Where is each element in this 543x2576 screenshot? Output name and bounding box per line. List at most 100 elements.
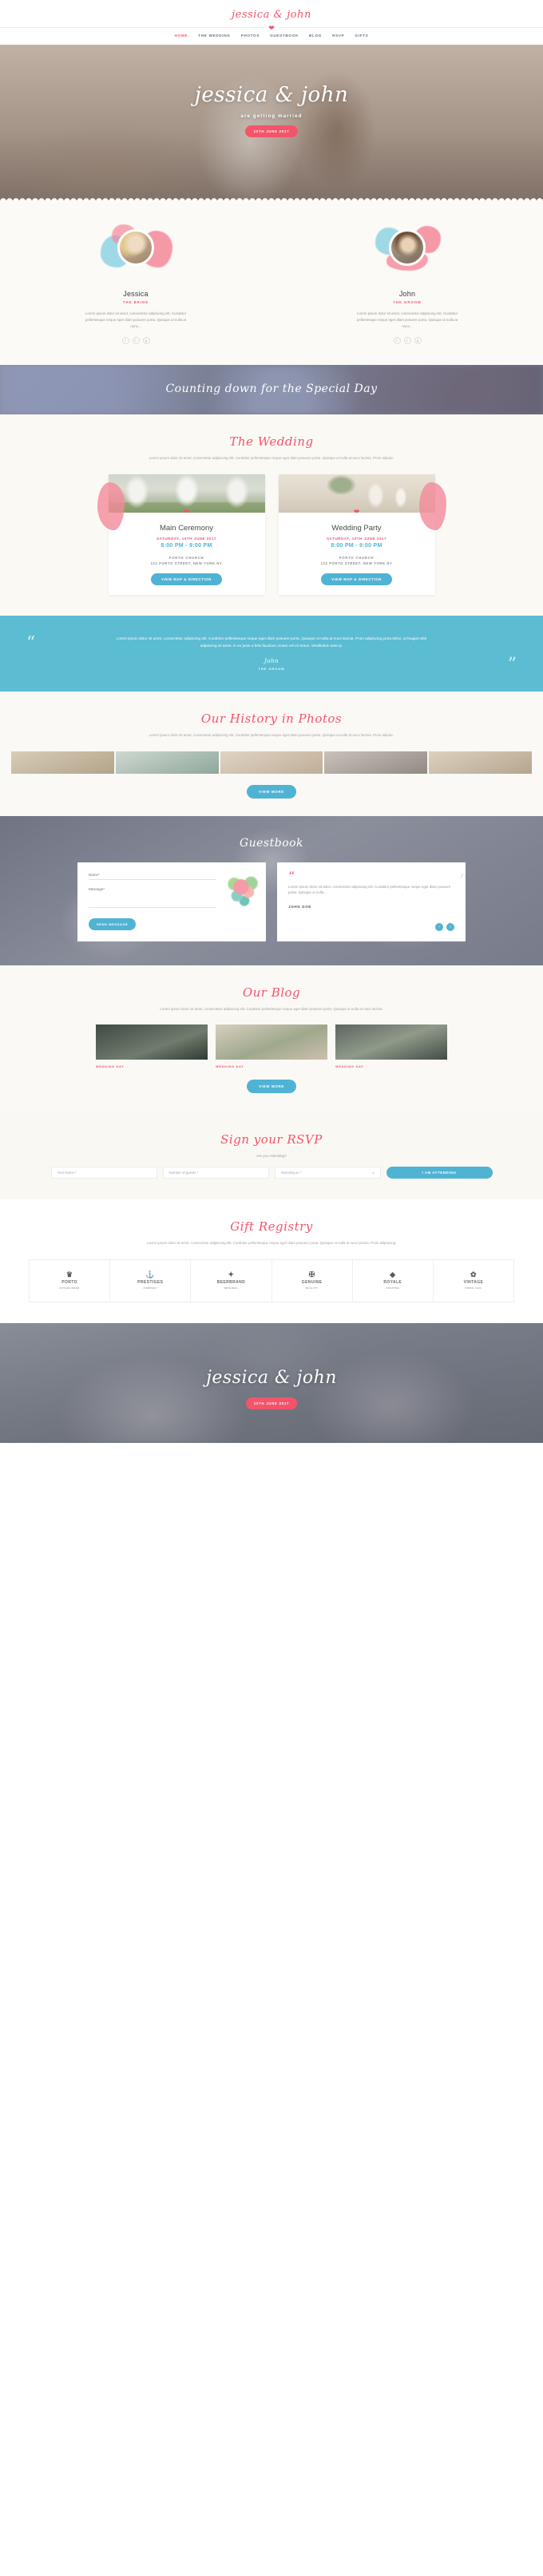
gift-registry-section: Gift Registry Lorem ipsum dolor sit amet… <box>0 1199 543 1323</box>
event-time: 8:00 PM - 9:00 PM <box>161 542 212 549</box>
guestbook-section: Guestbook Name* Message* SEND MESSAGE ” … <box>0 815 543 965</box>
blog-post-tag: WEDDING DAY <box>96 1064 125 1068</box>
facebook-icon[interactable]: f <box>393 337 401 344</box>
bride-profile: Jessica THE BRIDE Lorem ipsum dolor sit … <box>0 223 272 344</box>
guestbook-form-card: Name* Message* SEND MESSAGE <box>77 862 266 941</box>
event-card-wedding-party: ❤ Wedding Party SATURDAY, 10TH JUNE 2017… <box>278 474 446 595</box>
hero-date-button[interactable]: 10TH JUNE 2017 <box>244 125 299 137</box>
rsvp-question: Are you Attending? <box>256 1154 287 1158</box>
chevron-left-icon[interactable]: ‹ <box>435 922 443 931</box>
site-footer: jessica & john 10TH JUNE 2017 <box>0 1322 543 1443</box>
nav-item-rsvp[interactable]: RSVP <box>332 34 344 38</box>
event-title: Main Ceremony <box>159 523 214 533</box>
twitter-icon[interactable]: t <box>132 337 140 344</box>
brand-logo[interactable]: ⚓ PRESTIGES COMPANY <box>110 1259 192 1302</box>
chevron-right-icon[interactable]: › <box>446 922 454 931</box>
heart-icon: ❤ <box>183 507 190 513</box>
event-card-main-ceremony: ❤ Main Ceremony SATURDAY, 10TH JUNE 2017… <box>97 474 265 595</box>
blog-view-more-button[interactable]: VIEW MORE <box>247 1080 296 1093</box>
rsvp-title: Sign your RSVP <box>220 1132 323 1147</box>
brand-name: BEERBRAND <box>216 1280 246 1285</box>
gallery-photo[interactable] <box>11 751 114 774</box>
brand-logo[interactable]: ✠ GENUINE QUALITY <box>272 1259 353 1302</box>
brand-subtitle: COMPANY <box>143 1286 158 1290</box>
wedding-title: The Wedding <box>229 434 314 449</box>
countdown-title: Counting down for the Special Day <box>165 382 378 395</box>
brand-name: PORTO <box>61 1280 77 1285</box>
guestbook-entry-text: Lorem ipsum dolor sit amet, consectetur … <box>288 884 451 895</box>
brand-symbol-icon: ♛ <box>65 1270 73 1278</box>
guestbook-carousel-controls: ‹ › <box>435 922 454 931</box>
blog-post[interactable]: WEDDING DAY <box>216 1024 327 1068</box>
rsvp-guests-input[interactable]: Number of guests * <box>162 1167 269 1179</box>
blog-description: Lorem ipsum dolor sit amet, consectetur … <box>160 1006 383 1011</box>
hero-title: jessica & john <box>194 83 349 107</box>
blog-post[interactable]: WEDDING DAY <box>335 1024 447 1068</box>
groom-socials: f t g <box>272 337 543 344</box>
nav-item-blog[interactable]: BLOG <box>309 34 322 38</box>
brand-subtitle: CRAFTED <box>386 1286 400 1290</box>
quote-open-icon: “ <box>26 633 36 653</box>
brand-symbol-icon: ◆ <box>390 1270 396 1278</box>
send-message-button[interactable]: SEND MESSAGE <box>89 917 137 930</box>
gallery-photo[interactable] <box>115 751 219 774</box>
brand-logo[interactable]: ♛ PORTO ESTABLISHED <box>30 1259 111 1302</box>
blog-section: Our Blog Lorem ipsum dolor sit amet, con… <box>0 965 543 1112</box>
guestbook-entry-author: JOHN DOE <box>288 904 312 909</box>
photo-gallery-strip <box>0 751 543 774</box>
quote-section: “ ” Lorem ipsum dolor sit amet, consecte… <box>0 616 543 692</box>
groom-avatar <box>389 229 426 266</box>
watercolor-accent-right <box>418 482 446 530</box>
rsvp-submit-button[interactable]: I AM ATTENDING <box>386 1167 493 1179</box>
event-title: Wedding Party <box>331 523 382 533</box>
event-venue: PORTO CHURCH <box>168 555 204 560</box>
brand-subtitle: ESTABLISHED <box>59 1286 80 1290</box>
site-logo[interactable]: jessica & john <box>0 8 543 22</box>
rsvp-attending-select[interactable]: Attending to * ▾ <box>274 1167 381 1179</box>
nav-item-photos[interactable]: PHOTOS <box>241 34 260 38</box>
event-address: 123 PORTO STREET, NEW YORK NY <box>320 561 393 565</box>
footer-date-badge[interactable]: 10TH JUNE 2017 <box>245 1397 298 1409</box>
quote-text: Lorem ipsum dolor sit amet, consectetur … <box>116 636 427 648</box>
blog-post[interactable]: WEDDING DAY <box>96 1024 208 1068</box>
gallery-photo[interactable] <box>220 751 323 774</box>
gallery-photo[interactable] <box>324 751 428 774</box>
groom-description: Lorem ipsum dolor sit amet, consectetur … <box>356 311 458 328</box>
brand-symbol-icon: ✦ <box>228 1270 235 1278</box>
brand-logo[interactable]: ✦ BEERBRAND ORIGINAL <box>191 1259 272 1302</box>
nav-item-guestbook[interactable]: GUESTBOOK <box>270 34 299 38</box>
nav-item-the-wedding[interactable]: THE WEDDING <box>198 34 230 38</box>
brand-logo[interactable]: ◆ ROYALE CRAFTED <box>353 1259 434 1302</box>
google-plus-icon[interactable]: g <box>142 337 150 344</box>
gifts-description: Lorem ipsum dolor sit amet, consectetur … <box>146 1241 397 1245</box>
name-input[interactable] <box>89 878 216 880</box>
view-map-button[interactable]: VIEW MAP & DIRECTION <box>151 573 222 585</box>
wedding-description: Lorem ipsum dolor sit amet, consectetur … <box>149 456 394 460</box>
brand-symbol-icon: ✠ <box>308 1270 315 1278</box>
twitter-icon[interactable]: t <box>403 337 411 344</box>
main-navigation-bar: ❤ HOME THE WEDDING PHOTOS GUESTBOOK BLOG… <box>0 24 543 45</box>
bride-photo-splash <box>97 223 174 285</box>
view-map-button[interactable]: VIEW MAP & DIRECTION <box>321 573 392 585</box>
brand-logo[interactable]: ✿ VINTAGE SINCE 1920 <box>434 1260 513 1302</box>
message-input[interactable] <box>89 894 216 908</box>
quote-open-icon: “ <box>288 868 295 884</box>
event-photo: ❤ <box>278 474 435 513</box>
rsvp-form: Your Name * Number of guests * Attending… <box>0 1167 543 1179</box>
couple-section: Jessica THE BRIDE Lorem ipsum dolor sit … <box>0 200 543 365</box>
nav-item-home[interactable]: HOME <box>175 34 188 38</box>
groom-name: John <box>398 290 416 298</box>
blog-post-tag: WEDDING DAY <box>216 1064 244 1068</box>
google-plus-icon[interactable]: g <box>414 337 422 344</box>
nav-item-gifts[interactable]: GIFTS <box>355 34 368 38</box>
rsvp-name-input[interactable]: Your Name * <box>50 1167 157 1179</box>
countdown-section: Counting down for the Special Day <box>0 365 543 414</box>
blog-post-list: WEDDING DAY WEDDING DAY WEDDING DAY <box>0 1024 543 1068</box>
gallery-photo[interactable] <box>429 751 532 774</box>
brand-name: VINTAGE <box>463 1280 484 1285</box>
brand-symbol-icon: ⚓ <box>145 1270 156 1278</box>
facebook-icon[interactable]: f <box>121 337 129 344</box>
scallop-divider <box>0 196 543 200</box>
photos-view-more-button[interactable]: VIEW MORE <box>247 784 296 799</box>
brand-subtitle: ORIGINAL <box>224 1286 239 1290</box>
